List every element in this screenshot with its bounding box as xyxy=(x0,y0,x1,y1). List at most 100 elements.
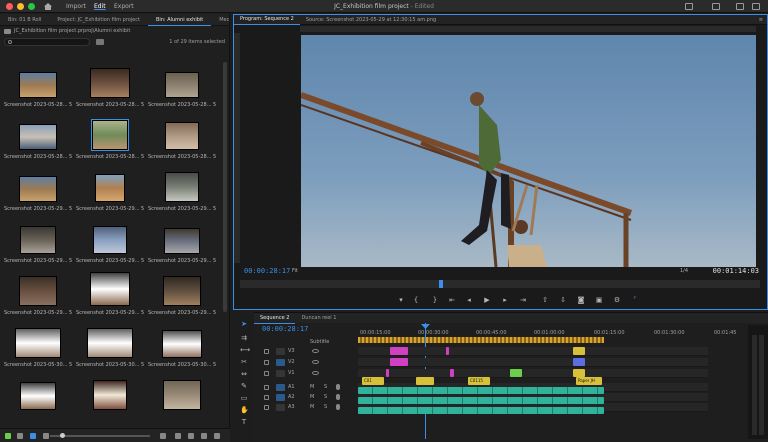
solo-button[interactable]: S xyxy=(324,404,327,410)
audio-clip[interactable] xyxy=(358,407,604,414)
monitor-playhead[interactable] xyxy=(439,280,443,288)
current-timecode[interactable]: 00:00:28:17 xyxy=(244,267,290,275)
microphone-icon[interactable] xyxy=(336,404,340,410)
track-header-v3[interactable]: V3 xyxy=(254,347,358,356)
media-item[interactable]: Screenshot 2023-05-29... 5:00 xyxy=(148,270,216,322)
media-item[interactable]: Screenshot 2023-05-29... 5:00 xyxy=(76,270,144,322)
media-item[interactable]: Screenshot 2023-05-29... 5:00 xyxy=(76,166,144,218)
media-item[interactable]: Screenshot 2023-05-28... 5:00 xyxy=(76,114,144,166)
pen-icon[interactable] xyxy=(5,433,11,439)
eye-icon[interactable] xyxy=(312,349,319,353)
media-item[interactable]: Screenshot 2023-05-30... 5:00 xyxy=(148,322,216,374)
resolution-select[interactable]: 1/4 xyxy=(680,268,688,274)
media-item[interactable]: Screenshot 2023-05-28... 5:00 xyxy=(76,62,144,114)
tab-program-sequence[interactable]: Program: Sequence 2 xyxy=(234,14,300,25)
tab-duncan-reel[interactable]: Duncan reel 1 xyxy=(295,313,342,323)
search-input[interactable] xyxy=(4,38,90,46)
timeline-ruler[interactable]: :00:0000:00:15:0000:00:30:0000:00:45:000… xyxy=(358,325,762,343)
new-bin-icon[interactable] xyxy=(96,39,104,45)
media-thumbnail[interactable] xyxy=(162,330,202,358)
track-header-v1[interactable]: V1 xyxy=(254,369,358,378)
microphone-icon[interactable] xyxy=(336,384,340,390)
new-bin-footer-icon[interactable] xyxy=(188,433,194,439)
list-view-icon[interactable] xyxy=(17,433,23,439)
media-thumbnail[interactable] xyxy=(163,276,201,306)
nav-edit[interactable]: Edit xyxy=(94,3,106,10)
timeline-clip[interactable] xyxy=(390,358,408,366)
fullscreen-icon[interactable] xyxy=(752,3,760,10)
media-item[interactable] xyxy=(76,374,144,426)
media-thumbnail[interactable] xyxy=(19,124,57,150)
media-item[interactable]: Screenshot 2023-05-28... 5:00 xyxy=(148,114,216,166)
new-item-icon[interactable] xyxy=(201,433,207,439)
lock-icon[interactable] xyxy=(264,385,269,390)
mute-button[interactable]: M xyxy=(310,384,314,390)
step-forward-icon[interactable]: ▸ xyxy=(500,295,510,305)
media-item[interactable]: Screenshot 2023-05-29... 5:00 xyxy=(148,166,216,218)
media-thumbnail[interactable] xyxy=(90,272,130,306)
track-lane-v3[interactable] xyxy=(358,347,708,356)
monitor-menu-icon[interactable]: ≡ xyxy=(753,15,767,25)
notifications-icon[interactable] xyxy=(736,3,744,10)
extract-icon[interactable]: ⇩ xyxy=(558,295,568,305)
track-lane-v2[interactable] xyxy=(358,358,708,367)
timeline-timecode[interactable]: 00:00:28:17 xyxy=(262,325,308,333)
track-target-toggle[interactable] xyxy=(276,348,285,355)
zoom-window-button[interactable] xyxy=(28,2,35,10)
audio-clip[interactable] xyxy=(358,397,604,404)
icon-view-icon[interactable] xyxy=(30,433,36,439)
media-thumbnail[interactable] xyxy=(91,119,129,151)
go-to-out-icon[interactable]: ⇥ xyxy=(518,295,528,305)
media-item[interactable]: Screenshot 2023-05-30... 5:00 xyxy=(4,322,72,374)
sort-icon[interactable] xyxy=(160,433,166,439)
track-header-a2[interactable]: A2 M S xyxy=(254,393,358,402)
minimize-window-button[interactable] xyxy=(17,2,24,10)
export-frame-icon[interactable]: ◙ xyxy=(576,295,586,305)
quick-export-icon[interactable] xyxy=(685,3,693,10)
track-target-toggle[interactable] xyxy=(276,384,285,391)
media-item[interactable] xyxy=(4,374,72,426)
media-thumbnail[interactable] xyxy=(19,276,57,306)
timeline-clip[interactable]: C01 xyxy=(362,377,384,385)
track-target-toggle[interactable] xyxy=(276,359,285,366)
zoom-slider-knob[interactable] xyxy=(60,433,65,438)
project-scrollbar[interactable] xyxy=(223,62,227,312)
track-target-toggle[interactable] xyxy=(276,394,285,401)
solo-button[interactable]: S xyxy=(324,394,327,400)
track-lane-v1[interactable] xyxy=(358,369,708,378)
media-thumbnail[interactable] xyxy=(93,226,127,254)
mark-in-icon[interactable]: { xyxy=(411,295,421,305)
mute-button[interactable]: M xyxy=(310,394,314,400)
audio-clip[interactable] xyxy=(358,387,604,394)
mute-button[interactable]: M xyxy=(310,404,314,410)
step-back-icon[interactable]: ◂ xyxy=(464,295,474,305)
tab-project[interactable]: Project: JC_Exhibition film project xyxy=(49,14,148,26)
timeline-clip[interactable]: Paper JH xyxy=(576,377,602,385)
lock-icon[interactable] xyxy=(264,395,269,400)
media-thumbnail[interactable] xyxy=(19,72,57,98)
find-icon[interactable] xyxy=(175,433,181,439)
media-thumbnail[interactable] xyxy=(15,328,61,358)
media-thumbnail[interactable] xyxy=(165,122,199,150)
lock-icon[interactable] xyxy=(264,405,269,410)
tab-alumni-exhibit[interactable]: Bin: Alumni exhibit xyxy=(147,14,212,26)
microphone-icon[interactable] xyxy=(336,394,340,400)
media-thumbnail[interactable] xyxy=(87,328,133,358)
timeline-clip[interactable] xyxy=(573,347,585,355)
eye-icon[interactable] xyxy=(312,360,319,364)
nav-export[interactable]: Export xyxy=(114,3,134,10)
share-icon[interactable] xyxy=(712,3,720,10)
media-thumbnail[interactable] xyxy=(20,382,56,410)
trash-icon[interactable] xyxy=(214,433,220,439)
type-tool-icon[interactable]: T xyxy=(240,418,248,426)
timeline-clip[interactable] xyxy=(450,369,454,377)
media-item[interactable]: Screenshot 2023-05-29... 5:00 xyxy=(4,218,72,270)
media-thumbnail[interactable] xyxy=(20,226,56,254)
lock-icon[interactable] xyxy=(264,349,269,354)
media-item[interactable]: Screenshot 2023-05-29... 5:00 xyxy=(76,218,144,270)
razor-tool-icon[interactable]: ✂ xyxy=(240,358,248,366)
track-target-toggle[interactable] xyxy=(276,370,285,377)
hand-tool-icon[interactable]: ✋ xyxy=(240,406,249,414)
media-thumbnail[interactable] xyxy=(19,176,57,202)
timeline-clip[interactable] xyxy=(510,369,522,377)
